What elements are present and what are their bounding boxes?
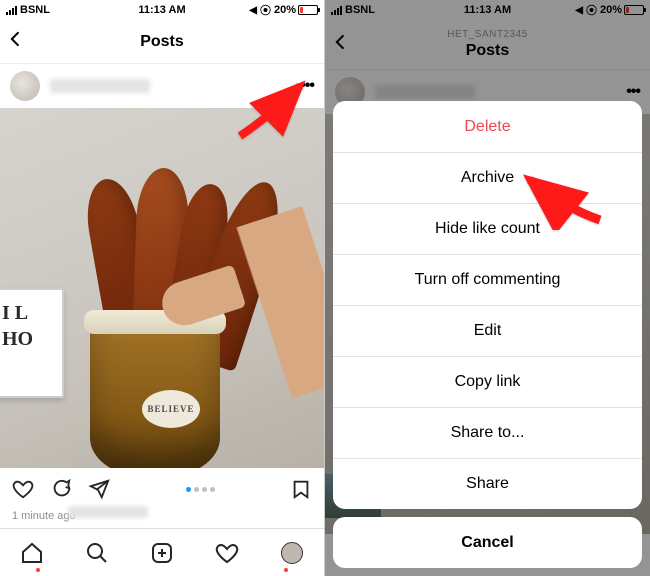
sheet-cancel[interactable]: Cancel — [333, 517, 642, 568]
post-header: ••• — [0, 64, 324, 108]
sheet-share[interactable]: Share — [333, 458, 642, 509]
tab-bar — [0, 528, 324, 576]
more-options-button[interactable]: ••• — [300, 77, 314, 95]
tab-profile[interactable] — [280, 541, 304, 565]
tab-activity[interactable] — [215, 541, 239, 565]
page-title: Posts — [140, 33, 184, 51]
phone-right: BSNL 11:13 AM ◀ ⦿ 20% HET_SANT2345 Posts… — [325, 0, 650, 576]
phone-left: BSNL 11:13 AM ◀ ⦿ 20% Posts ••• I L HO — [0, 0, 325, 576]
status-bar: BSNL 11:13 AM ◀ ⦿ 20% — [0, 0, 324, 20]
battery-percent: 20% — [274, 4, 296, 16]
share-icon[interactable] — [88, 478, 110, 500]
action-sheet: Delete Archive Hide like count Turn off … — [333, 101, 642, 568]
sheet-edit[interactable]: Edit — [333, 305, 642, 356]
sheet-copy-link[interactable]: Copy link — [333, 356, 642, 407]
sheet-share-to[interactable]: Share to... — [333, 407, 642, 458]
action-sheet-group: Delete Archive Hide like count Turn off … — [333, 101, 642, 509]
like-icon[interactable] — [12, 478, 34, 500]
location-icon: ◀ — [249, 5, 257, 16]
sheet-hide-like-count[interactable]: Hide like count — [333, 203, 642, 254]
back-button[interactable] — [6, 29, 26, 55]
post-image[interactable]: I L HO BELIEVE — [0, 108, 324, 468]
post-actions — [0, 468, 324, 510]
nav-header: Posts — [0, 20, 324, 64]
sheet-archive[interactable]: Archive — [333, 152, 642, 203]
username[interactable] — [50, 79, 150, 93]
save-icon[interactable] — [290, 478, 312, 500]
avatar[interactable] — [10, 71, 40, 101]
tab-new-post[interactable] — [150, 541, 174, 565]
sheet-delete[interactable]: Delete — [333, 101, 642, 152]
signal-icon — [6, 6, 17, 15]
decor-sign: I L HO — [0, 288, 64, 398]
tab-home[interactable] — [20, 541, 44, 565]
lock-icon: ⦿ — [260, 2, 271, 18]
comment-icon[interactable] — [50, 478, 72, 500]
sheet-turn-off-commenting[interactable]: Turn off commenting — [333, 254, 642, 305]
carrier-label: BSNL — [20, 4, 50, 16]
post-timestamp: 1 minute ago — [0, 510, 324, 522]
battery-icon — [298, 5, 318, 15]
next-post-username — [68, 506, 148, 518]
carousel-pager — [126, 487, 274, 492]
tab-search[interactable] — [85, 541, 109, 565]
